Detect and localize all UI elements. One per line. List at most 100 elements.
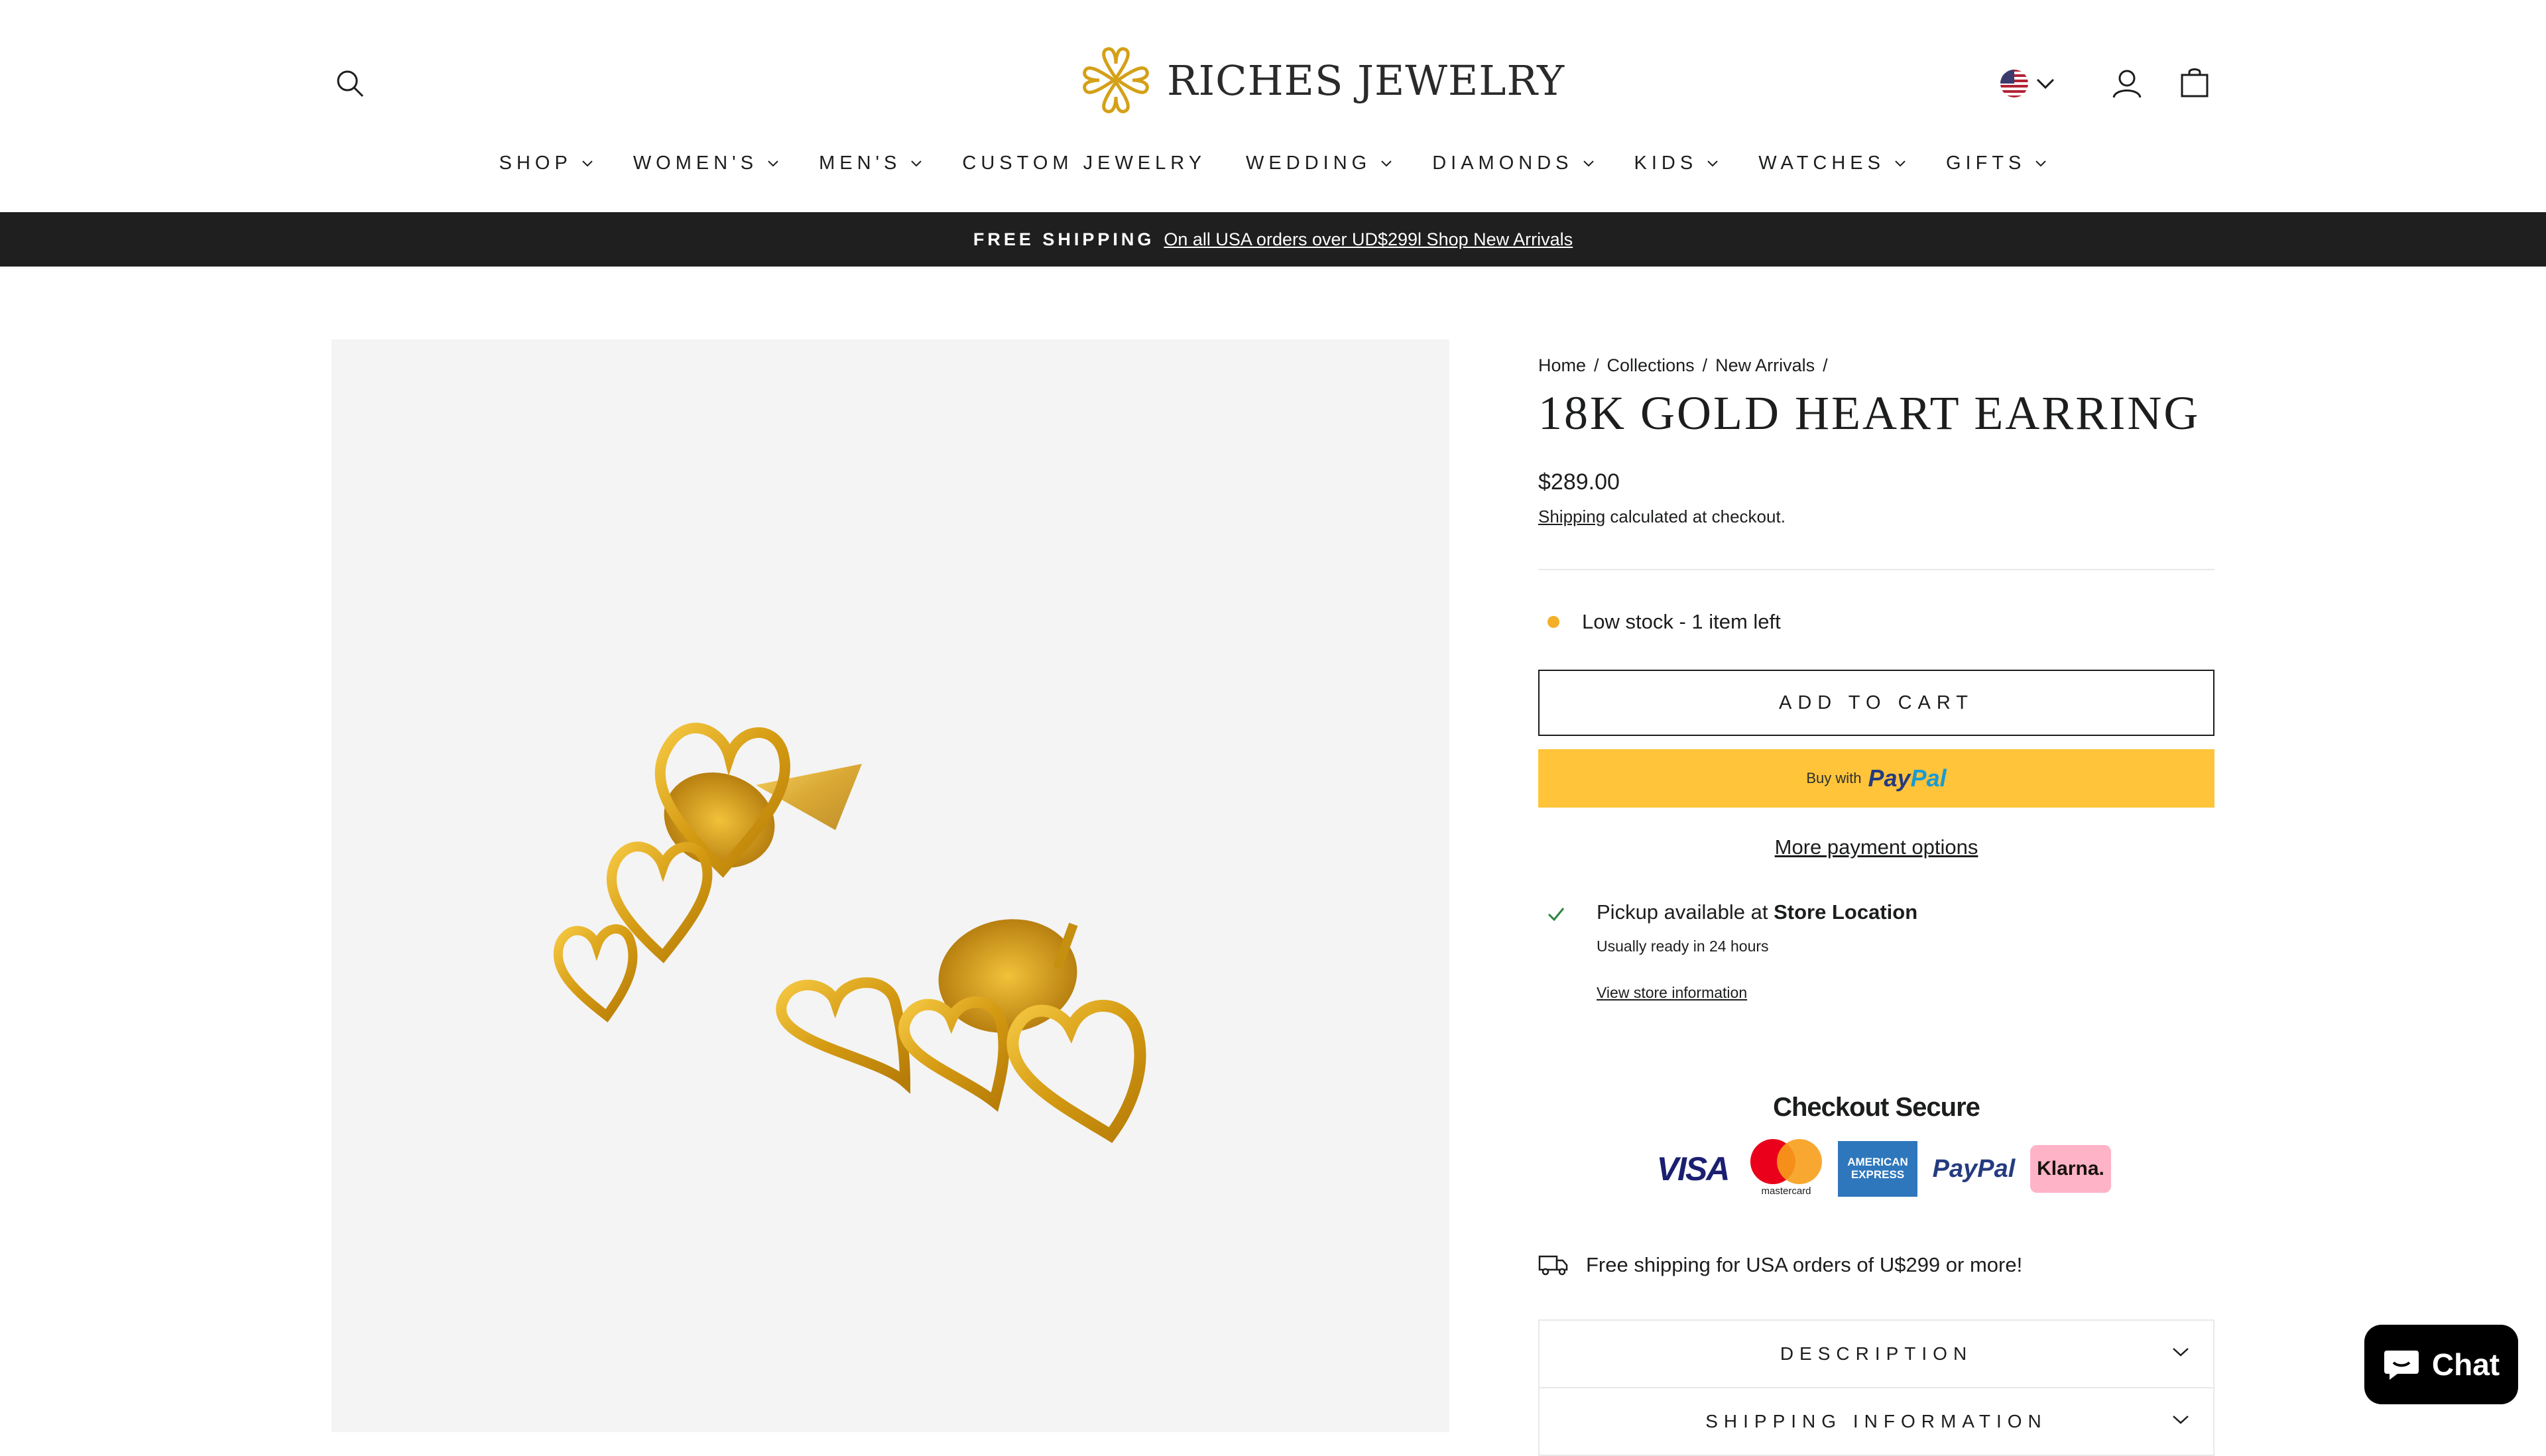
nav-item-womens[interactable]: WOMEN'S bbox=[613, 147, 799, 179]
chevron-down-icon bbox=[2036, 78, 2055, 90]
nav-item-label: CUSTOM JEWELRY bbox=[962, 152, 1207, 174]
breadcrumb-separator: / bbox=[1823, 355, 1828, 375]
earrings-image bbox=[553, 723, 1146, 1143]
announcement-link[interactable]: On all USA orders over UD$299l Shop New … bbox=[1164, 229, 1573, 250]
bag-icon bbox=[2181, 68, 2209, 97]
chevron-down-icon bbox=[1583, 160, 1594, 167]
us-flag-icon bbox=[2000, 70, 2028, 97]
visa-icon: VISA bbox=[1651, 1149, 1734, 1189]
pickup-location: Store Location bbox=[1774, 900, 1918, 924]
nav-item-wedding[interactable]: WEDDING bbox=[1226, 147, 1412, 179]
chevron-down-icon bbox=[911, 160, 922, 167]
nav-item-label: KIDS bbox=[1634, 152, 1698, 174]
chat-bubble-icon bbox=[2384, 1351, 2419, 1380]
logo-mark-icon bbox=[1083, 47, 1149, 113]
accordion-label: SHIPPING INFORMATION bbox=[1705, 1411, 2047, 1431]
nav-item-label: WATCHES bbox=[1758, 152, 1885, 174]
chevron-down-icon bbox=[2173, 1416, 2189, 1424]
paypal-logo-pay: Pay bbox=[1868, 764, 1911, 792]
breadcrumb-home[interactable]: Home bbox=[1538, 355, 1586, 375]
chevron-down-icon bbox=[2035, 160, 2047, 167]
amex-icon: AMERICAN EXPRESS bbox=[1838, 1141, 1917, 1197]
pickup-ready: Usually ready in 24 hours bbox=[1597, 938, 1769, 955]
divider bbox=[1538, 569, 2214, 570]
nav-item-watches[interactable]: WATCHES bbox=[1738, 147, 1926, 179]
amex-text-2: EXPRESS bbox=[1850, 1168, 1905, 1181]
site-header: RICHES JEWELRY SHOP WOMEN'S MEN'S CUSTOM… bbox=[0, 0, 2546, 212]
breadcrumb-separator: / bbox=[1702, 355, 1708, 375]
pickup-prefix: Pickup available at bbox=[1597, 900, 1774, 924]
nav-item-gifts[interactable]: GIFTS bbox=[1926, 147, 2067, 179]
shipping-information-accordion[interactable]: SHIPPING INFORMATION bbox=[1538, 1387, 2214, 1456]
paypal-buy-with: Buy with bbox=[1806, 770, 1862, 786]
breadcrumb: Home / Collections / New Arrivals / bbox=[1538, 355, 1836, 376]
breadcrumb-separator: / bbox=[1594, 355, 1599, 375]
chevron-down-icon bbox=[1895, 160, 1906, 167]
nav-item-shop[interactable]: SHOP bbox=[479, 147, 613, 179]
paypal-logo: PayPal bbox=[1868, 764, 1947, 792]
nav-item-diamonds[interactable]: DIAMONDS bbox=[1412, 147, 1614, 179]
product-title: 18K GOLD HEART EARRING bbox=[1538, 387, 2201, 440]
nav-item-label: MEN'S bbox=[819, 152, 902, 174]
user-icon bbox=[2112, 70, 2142, 98]
chat-button[interactable]: Chat bbox=[2364, 1325, 2518, 1404]
nav-item-mens[interactable]: MEN'S bbox=[799, 147, 942, 179]
announcement-heading: FREE SHIPPING bbox=[973, 229, 1155, 249]
paypal-button[interactable]: Buy with PayPal bbox=[1538, 749, 2214, 808]
product-price: $289.00 bbox=[1538, 469, 1620, 495]
view-store-link[interactable]: View store information bbox=[1597, 984, 1747, 1002]
product-image[interactable] bbox=[332, 339, 1449, 1432]
checkout-secure-heading: Checkout Secure bbox=[1773, 1093, 1980, 1122]
stock-status: Low stock - 1 item left bbox=[1538, 610, 1781, 634]
mastercard-text: mastercard bbox=[1761, 1185, 1811, 1197]
mastercard-circle-orange bbox=[1777, 1139, 1822, 1184]
nav-item-kids[interactable]: KIDS bbox=[1614, 147, 1739, 179]
description-accordion[interactable]: DESCRIPTION bbox=[1538, 1319, 2214, 1388]
chevron-down-icon bbox=[1381, 160, 1392, 167]
payment-cards: VISA mastercard AMERICAN EXPRESS PayPal K… bbox=[1651, 1139, 2115, 1199]
chevron-down-icon bbox=[582, 160, 593, 167]
breadcrumb-collections[interactable]: Collections bbox=[1607, 355, 1695, 375]
chevron-down-icon bbox=[768, 160, 778, 167]
klarna-text: Klarna. bbox=[2037, 1158, 2104, 1180]
account-button[interactable] bbox=[2108, 65, 2146, 102]
cart-button[interactable] bbox=[2176, 64, 2213, 101]
paypal-card-icon: PayPal bbox=[1931, 1149, 2017, 1189]
free-shipping-note: Free shipping for USA orders of U$299 or… bbox=[1538, 1253, 2022, 1277]
mastercard-icon: mastercard bbox=[1748, 1139, 1825, 1199]
shipping-note-text: calculated at checkout. bbox=[1605, 507, 1786, 526]
klarna-icon: Klarna. bbox=[2030, 1145, 2111, 1193]
check-icon bbox=[1547, 908, 1565, 922]
nav-item-label: SHOP bbox=[499, 152, 572, 174]
nav-item-custom-jewelry[interactable]: CUSTOM JEWELRY bbox=[942, 147, 1226, 179]
brand-name: RICHES JEWELRY bbox=[1167, 56, 1565, 105]
paypal-card-text: PayPal bbox=[1932, 1154, 2016, 1183]
nav-item-label: GIFTS bbox=[1945, 152, 2026, 174]
search-button[interactable] bbox=[332, 65, 369, 102]
shipping-note: Shipping calculated at checkout. bbox=[1538, 507, 1786, 527]
search-icon bbox=[337, 70, 364, 97]
truck-icon bbox=[1538, 1255, 1568, 1276]
breadcrumb-new-arrivals[interactable]: New Arrivals bbox=[1715, 355, 1815, 375]
country-selector[interactable] bbox=[1996, 65, 2059, 102]
visa-text: VISA bbox=[1656, 1150, 1730, 1187]
main-nav: SHOP WOMEN'S MEN'S CUSTOM JEWELRY WEDDIN… bbox=[0, 147, 2546, 179]
pickup-text: Pickup available at Store Location bbox=[1597, 900, 1917, 924]
amex-text-1: AMERICAN bbox=[1847, 1156, 1908, 1169]
add-to-cart-button[interactable]: ADD TO CART bbox=[1538, 670, 2214, 736]
more-payment-options-link[interactable]: More payment options bbox=[1538, 835, 2214, 859]
nav-item-label: DIAMONDS bbox=[1432, 152, 1573, 174]
free-shipping-text: Free shipping for USA orders of U$299 or… bbox=[1586, 1253, 2023, 1276]
logo[interactable]: RICHES JEWELRY bbox=[1079, 41, 1565, 119]
chevron-down-icon bbox=[1707, 160, 1718, 167]
stock-text: Low stock - 1 item left bbox=[1582, 610, 1781, 633]
stock-dot-icon bbox=[1547, 616, 1559, 628]
accordion-label: DESCRIPTION bbox=[1780, 1343, 1973, 1364]
nav-item-label: WOMEN'S bbox=[633, 152, 758, 174]
paypal-logo-pal: Pal bbox=[1910, 764, 1947, 792]
nav-item-label: WEDDING bbox=[1246, 152, 1372, 174]
chat-label: Chat bbox=[2431, 1347, 2500, 1382]
announcement-bar: FREE SHIPPING On all USA orders over UD$… bbox=[0, 212, 2546, 267]
shipping-link[interactable]: Shipping bbox=[1538, 507, 1605, 526]
chevron-down-icon bbox=[2173, 1348, 2189, 1357]
